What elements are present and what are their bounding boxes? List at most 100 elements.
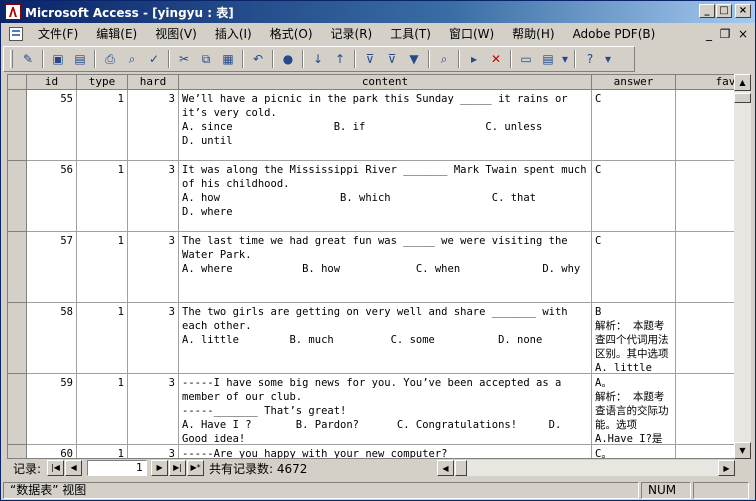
view-icon[interactable]: ✎: [19, 50, 37, 68]
cell-type[interactable]: 1: [77, 90, 128, 161]
doc-restore-button[interactable]: ❐: [717, 27, 733, 41]
cell-content[interactable]: -----Are you happy with your new compute…: [179, 445, 592, 458]
doc-minimize-button[interactable]: _: [701, 27, 717, 41]
access-app-icon[interactable]: [5, 4, 21, 20]
record-selector[interactable]: [8, 232, 27, 303]
undo-icon[interactable]: ↶: [249, 50, 267, 68]
menu-tools[interactable]: 工具(T): [381, 24, 440, 44]
cell-answer[interactable]: C: [592, 232, 676, 303]
menu-edit[interactable]: 编辑(E): [87, 24, 146, 44]
first-record-button[interactable]: |◀: [47, 460, 65, 476]
scroll-thumb[interactable]: [734, 93, 751, 103]
table-row[interactable]: 59 1 3 -----I have some big news for you…: [8, 374, 750, 445]
delete-record-icon[interactable]: ✕: [487, 50, 505, 68]
cell-answer[interactable]: C: [592, 90, 676, 161]
filter-by-selection-icon[interactable]: ⊽: [361, 50, 379, 68]
insert-hyperlink-icon[interactable]: ●: [279, 50, 297, 68]
cell-id[interactable]: 55: [27, 90, 77, 161]
last-record-button[interactable]: ▶|: [169, 460, 187, 476]
menu-help[interactable]: 帮助(H): [503, 24, 563, 44]
record-selector[interactable]: [8, 90, 27, 161]
print-preview-icon[interactable]: ⌕: [123, 50, 141, 68]
cell-hard[interactable]: 3: [128, 161, 179, 232]
copy-icon[interactable]: ⧉: [197, 50, 215, 68]
filter-by-form-icon[interactable]: ⊽: [383, 50, 401, 68]
cell-content[interactable]: It was along the Mississippi River _____…: [179, 161, 592, 232]
menu-format[interactable]: 格式(O): [261, 24, 322, 44]
menu-view[interactable]: 视图(V): [146, 24, 206, 44]
cell-id[interactable]: 56: [27, 161, 77, 232]
cell-type[interactable]: 1: [77, 161, 128, 232]
menu-file[interactable]: 文件(F): [29, 24, 87, 44]
cell-type[interactable]: 1: [77, 445, 128, 458]
new-record-button[interactable]: ▶*: [187, 460, 205, 476]
column-header-answer[interactable]: answer: [592, 75, 676, 90]
scroll-right-button[interactable]: ▶: [718, 460, 735, 476]
menu-records[interactable]: 记录(R): [322, 24, 382, 44]
find-icon[interactable]: ⌕: [435, 50, 453, 68]
cell-hard[interactable]: 3: [128, 374, 179, 445]
table-row[interactable]: 56 1 3 It was along the Mississippi Rive…: [8, 161, 750, 232]
sort-ascending-icon[interactable]: ↓: [309, 50, 327, 68]
column-header-hard[interactable]: hard: [128, 75, 179, 90]
cell-id[interactable]: 60: [27, 445, 77, 458]
cell-hard[interactable]: 3: [128, 303, 179, 374]
cell-id[interactable]: 57: [27, 232, 77, 303]
close-button[interactable]: ×: [735, 4, 751, 18]
table-row[interactable]: 55 1 3 We’ll have a picnic in the park t…: [8, 90, 750, 161]
print-icon[interactable]: ⎙: [101, 50, 119, 68]
minimize-button[interactable]: _: [699, 4, 715, 18]
cell-answer[interactable]: C。: [592, 445, 676, 458]
vertical-scrollbar[interactable]: ▲ ▼: [734, 74, 751, 459]
column-header-id[interactable]: id: [27, 75, 77, 90]
apply-filter-icon[interactable]: ▼: [405, 50, 423, 68]
file-search-icon[interactable]: ▤: [71, 50, 89, 68]
cell-content[interactable]: The two girls are getting on very well a…: [179, 303, 592, 374]
cell-hard[interactable]: 3: [128, 90, 179, 161]
toolbar-options-icon[interactable]: ▾: [603, 50, 613, 68]
table-row[interactable]: 60 1 3 -----Are you happy with your new …: [8, 445, 750, 458]
scroll-left-button[interactable]: ◀: [437, 460, 454, 476]
next-record-button[interactable]: ▶: [151, 460, 169, 476]
doc-close-button[interactable]: ×: [735, 27, 751, 41]
cell-type[interactable]: 1: [77, 303, 128, 374]
cell-content[interactable]: The last time we had great fun was _____…: [179, 232, 592, 303]
toolbar-grip[interactable]: [10, 50, 13, 68]
database-window-icon[interactable]: ▭: [517, 50, 535, 68]
cell-hard[interactable]: 3: [128, 445, 179, 458]
horizontal-scrollbar[interactable]: ◀ ▶: [437, 460, 735, 476]
paste-icon[interactable]: ▦: [219, 50, 237, 68]
cell-answer[interactable]: B 解析： 本题考查四个代词用法区别。其中选项A. little: [592, 303, 676, 374]
record-selector[interactable]: [8, 445, 27, 458]
table-document-icon[interactable]: [9, 27, 23, 41]
sort-descending-icon[interactable]: ↑: [331, 50, 349, 68]
table-row[interactable]: 57 1 3 The last time we had great fun wa…: [8, 232, 750, 303]
cell-id[interactable]: 58: [27, 303, 77, 374]
help-icon[interactable]: ?: [581, 50, 599, 68]
scroll-up-button[interactable]: ▲: [734, 74, 751, 91]
cell-answer[interactable]: A。 解析： 本题考查语言的交际功能。选项A.Have I?是: [592, 374, 676, 445]
record-selector[interactable]: [8, 374, 27, 445]
cell-hard[interactable]: 3: [128, 232, 179, 303]
menu-adobe-pdf[interactable]: Adobe PDF(B): [564, 24, 665, 44]
scroll-down-button[interactable]: ▼: [734, 442, 751, 459]
column-header-type[interactable]: type: [77, 75, 128, 90]
cell-content[interactable]: We’ll have a picnic in the park this Sun…: [179, 90, 592, 161]
cell-content[interactable]: -----I have some big news for you. You’v…: [179, 374, 592, 445]
horizontal-scroll-thumb[interactable]: [455, 460, 467, 476]
column-header-content[interactable]: content: [179, 75, 592, 90]
previous-record-button[interactable]: ◀: [65, 460, 83, 476]
new-record-icon[interactable]: ▸: [465, 50, 483, 68]
spelling-icon[interactable]: ✓: [145, 50, 163, 68]
menu-window[interactable]: 窗口(W): [440, 24, 503, 44]
cut-icon[interactable]: ✂: [175, 50, 193, 68]
table-row[interactable]: 58 1 3 The two girls are getting on very…: [8, 303, 750, 374]
record-selector[interactable]: [8, 303, 27, 374]
select-all-corner[interactable]: [8, 75, 27, 90]
cell-type[interactable]: 1: [77, 232, 128, 303]
cell-type[interactable]: 1: [77, 374, 128, 445]
save-icon[interactable]: ▣: [49, 50, 67, 68]
title-bar[interactable]: Microsoft Access - [yingyu : 表] _ □ ×: [1, 1, 755, 23]
record-selector[interactable]: [8, 161, 27, 232]
cell-answer[interactable]: C: [592, 161, 676, 232]
